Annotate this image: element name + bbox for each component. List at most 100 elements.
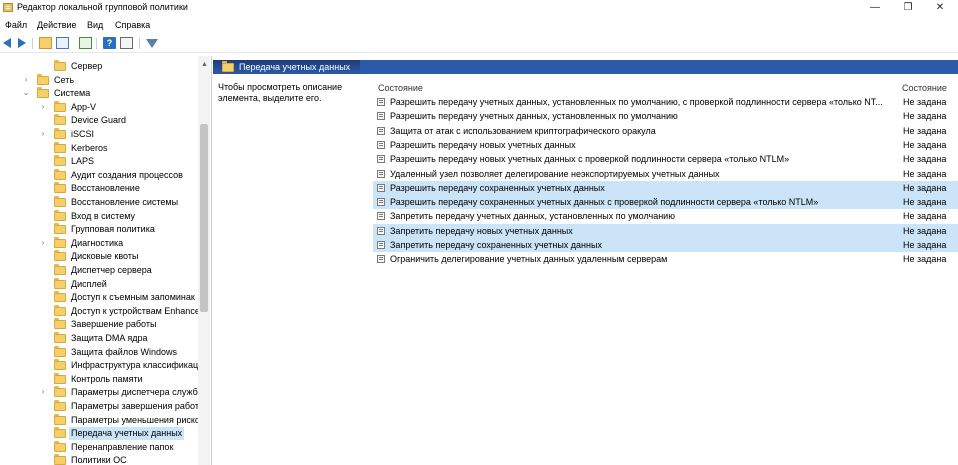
folder-icon xyxy=(54,100,66,112)
chevron-right-icon[interactable]: › xyxy=(38,387,48,397)
scroll-up-icon[interactable]: ▲ xyxy=(201,61,208,68)
folder-icon xyxy=(54,209,66,221)
folder-icon xyxy=(54,318,66,330)
tree-item-label: App-V xyxy=(71,101,97,112)
menu-view[interactable]: Вид xyxy=(87,20,103,30)
filter-icon[interactable] xyxy=(146,39,158,48)
tree-item-label: iSCSI xyxy=(71,129,95,139)
forward-icon[interactable] xyxy=(18,38,26,48)
policy-row[interactable]: Удаленный узел позволяет делегирование н… xyxy=(373,167,958,181)
policy-setting-icon xyxy=(377,241,385,249)
policy-row[interactable]: Разрешить передачу сохраненных учетных д… xyxy=(373,180,958,195)
policy-name: Запретить передачу новых учетных данных xyxy=(390,225,573,236)
menu-bar: Файл Действие Вид Справка xyxy=(0,18,958,33)
tree-item-label: Параметры диспетчера служб xyxy=(71,387,198,398)
policy-row[interactable]: Запретить передачу учетных данных, устан… xyxy=(373,209,958,223)
show-hide-tree-icon[interactable] xyxy=(56,37,69,49)
policy-row[interactable]: Разрешить передачу новых учетных данных … xyxy=(373,152,958,166)
tree-item-label: Дисплей xyxy=(71,278,107,289)
tree-scroll-thumb[interactable] xyxy=(200,124,208,312)
policy-state: Не задана xyxy=(903,254,947,265)
policy-name: Разрешить передачу сохраненных учетных д… xyxy=(390,197,819,208)
menu-action[interactable]: Действие xyxy=(37,20,77,30)
toolbar: ? xyxy=(0,35,958,53)
toolbar-separator xyxy=(96,38,97,49)
tree-item-label: Доступ к съемным запоминак xyxy=(71,292,195,303)
folder-icon xyxy=(54,168,66,180)
folder-icon xyxy=(54,359,66,371)
policy-state: Не задана xyxy=(903,182,947,193)
chevron-right-icon[interactable]: › xyxy=(21,75,31,85)
policy-setting-icon xyxy=(377,183,385,192)
policy-name: Запретить передачу учетных данных, устан… xyxy=(390,211,675,222)
tree-item-label: Инфраструктура классификац xyxy=(71,360,199,371)
policy-state: Не задана xyxy=(903,197,947,208)
back-icon[interactable] xyxy=(3,38,11,48)
policy-row[interactable]: Запретить передачу новых учетных данных Н… xyxy=(373,223,958,238)
tree-item-label: Контроль памяти xyxy=(71,373,143,384)
tree-item-label: Доступ к устройствам Enhance xyxy=(71,305,200,316)
tree-item-label: Параметры завершения работ xyxy=(71,401,199,411)
folder-icon xyxy=(54,141,66,153)
folder-icon xyxy=(54,440,66,452)
folder-icon xyxy=(54,427,66,439)
folder-icon xyxy=(37,87,49,99)
policy-state: Не задана xyxy=(903,225,947,236)
minimize-button[interactable]: — xyxy=(860,0,890,16)
column-header-setting[interactable]: Состояние xyxy=(378,83,423,93)
tree-item-label: Групповая политика xyxy=(71,224,155,235)
folder-icon xyxy=(54,386,66,398)
policy-state: Не задана xyxy=(903,139,947,150)
folder-icon xyxy=(54,277,66,289)
policy-row[interactable]: Запретить передачу сохраненных учетных д… xyxy=(373,238,958,252)
policy-setting-icon xyxy=(377,198,385,207)
folder-icon xyxy=(54,182,66,194)
tree-item-label: Аудит создания процессов xyxy=(71,169,183,180)
export-list-icon[interactable] xyxy=(79,37,92,49)
menu-file[interactable]: Файл xyxy=(5,20,27,30)
policy-name: Защита от атак с использованием криптогр… xyxy=(390,125,656,136)
chevron-right-icon[interactable]: › xyxy=(38,238,48,248)
console-tree[interactable]: Сервер › Сеть ⌄ Система › App-V Device Guard › iS… xyxy=(0,56,212,465)
up-folder-icon[interactable] xyxy=(39,37,52,49)
properties-icon[interactable] xyxy=(120,37,133,49)
folder-icon xyxy=(54,413,66,425)
policy-state: Не задана xyxy=(903,125,947,136)
folder-icon xyxy=(54,128,66,139)
toolbar-separator xyxy=(32,38,33,49)
policy-setting-icon xyxy=(377,255,385,264)
folder-icon xyxy=(54,264,66,275)
policy-name: Разрешить передачу учетных данных, устан… xyxy=(390,97,883,107)
chevron-right-icon[interactable]: › xyxy=(38,129,48,139)
policy-setting-icon xyxy=(377,212,385,221)
policy-setting-icon xyxy=(377,140,385,149)
tree-item-label: Kerberos xyxy=(71,142,108,153)
close-button[interactable]: ✕ xyxy=(925,0,955,16)
policy-row[interactable]: Разрешить передачу новых учетных данных Н… xyxy=(373,138,958,152)
column-header-state[interactable]: Состояние xyxy=(902,83,947,93)
menu-help[interactable]: Справка xyxy=(115,20,150,30)
policy-row[interactable]: Защита от атак с использованием криптогр… xyxy=(373,124,958,138)
maximize-button[interactable]: ❐ xyxy=(893,0,923,16)
app-icon xyxy=(3,3,13,12)
window-title: Редактор локальной групповой политики xyxy=(17,2,188,12)
policy-setting-icon xyxy=(377,169,385,178)
policy-row[interactable]: Ограничить делегирование учетных данных … xyxy=(373,252,958,266)
tree-item-label: LAPS xyxy=(71,156,95,167)
policy-row[interactable]: Разрешить передачу сохраненных учетных д… xyxy=(373,195,958,210)
chevron-down-icon[interactable]: ⌄ xyxy=(21,88,31,98)
folder-icon xyxy=(37,73,49,85)
description-text: Чтобы просмотреть описание элемента, выд… xyxy=(218,82,343,103)
tree-item-label: Защита файлов Windows xyxy=(71,346,177,357)
folder-icon xyxy=(54,60,66,71)
chevron-right-icon[interactable]: › xyxy=(38,102,48,112)
policy-row[interactable]: Разрешить передачу учетных данных, устан… xyxy=(373,109,958,123)
tree-item-label: Сеть xyxy=(54,74,75,85)
panel-title: Передача учетных данных xyxy=(239,62,351,72)
policy-row[interactable]: Разрешить передачу учетных данных, устан… xyxy=(373,95,958,109)
panel-header-band xyxy=(360,60,958,74)
policy-name: Разрешить передачу новых учетных данных … xyxy=(390,154,790,165)
folder-icon xyxy=(54,332,66,343)
help-icon[interactable]: ? xyxy=(103,37,116,49)
policy-setting-icon xyxy=(377,98,385,106)
